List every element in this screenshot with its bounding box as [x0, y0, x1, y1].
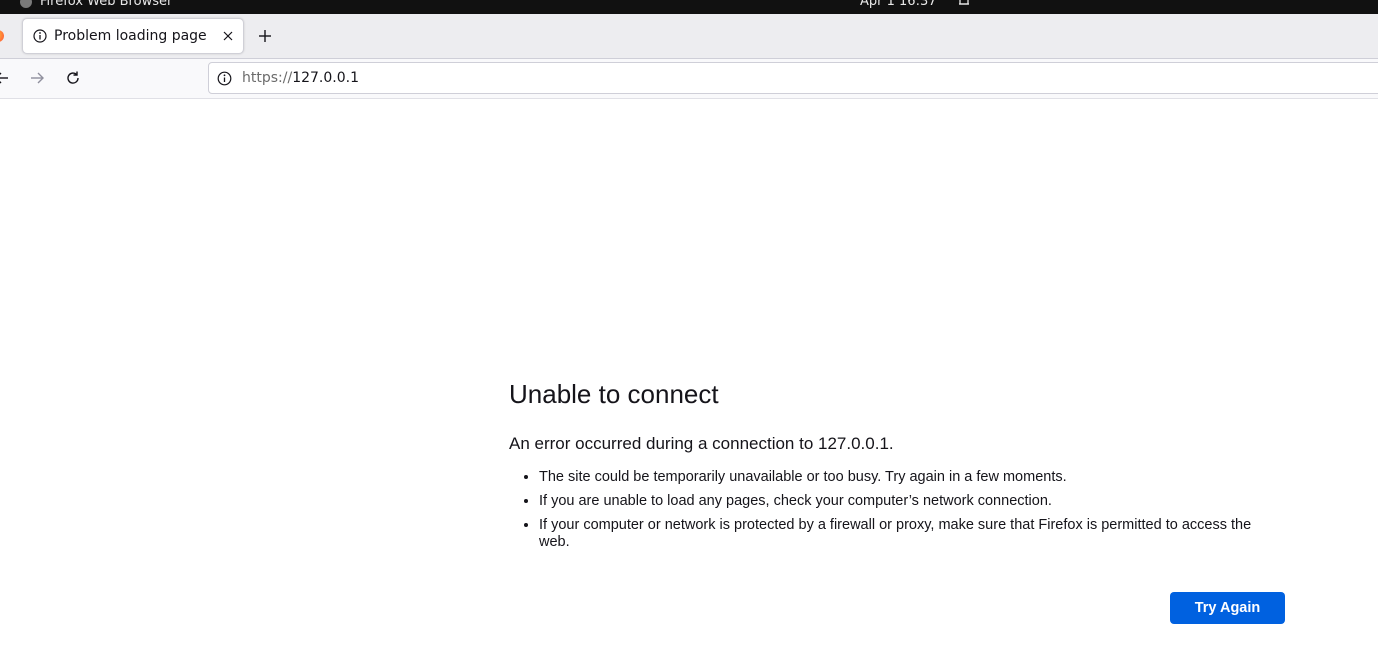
error-suggestion-item: If your computer or network is protected… — [539, 517, 1285, 551]
back-arrow-icon[interactable] — [0, 70, 10, 86]
error-title: Unable to connect — [509, 379, 719, 409]
active-app-name: Firefox Web Browser — [40, 0, 173, 9]
close-icon[interactable] — [221, 29, 235, 43]
plus-icon[interactable] — [256, 27, 274, 45]
error-suggestions-list: The site could be temporarily unavailabl… — [509, 469, 1285, 551]
error-description: An error occurred during a connection to… — [509, 434, 894, 453]
active-app-menu[interactable]: Firefox Web Browser — [20, 0, 172, 9]
app-indicator-icon — [20, 0, 32, 8]
info-icon — [33, 29, 47, 43]
error-suggestion-item: If you are unable to load any pages, che… — [539, 493, 1285, 510]
site-info-icon[interactable] — [217, 71, 232, 86]
tab-problem-loading-page[interactable]: Problem loading page — [22, 18, 244, 54]
firefox-logo-icon — [0, 30, 4, 42]
bell-icon[interactable] — [957, 0, 971, 8]
forward-arrow-icon[interactable] — [29, 70, 45, 86]
os-top-bar: Firefox Web Browser Apr 1 16:37 — [0, 0, 1378, 14]
url-scheme: https:// — [242, 70, 293, 86]
page-content: Unable to connect An error occurred duri… — [0, 99, 1378, 646]
clock[interactable]: Apr 1 16:37 — [860, 0, 937, 9]
url-bar[interactable]: https://127.0.0.1 — [208, 62, 1378, 94]
reload-icon[interactable] — [65, 70, 81, 86]
error-suggestion-item: The site could be temporarily unavailabl… — [539, 469, 1285, 486]
url-text[interactable]: https://127.0.0.1 — [242, 70, 359, 86]
tab-strip: Problem loading page — [0, 14, 1378, 59]
tab-title: Problem loading page — [54, 28, 207, 44]
url-host: 127.0.0.1 — [292, 70, 359, 86]
navigation-toolbar: https://127.0.0.1 — [0, 59, 1378, 99]
error-container: Unable to connect An error occurred duri… — [509, 377, 1285, 624]
try-again-button[interactable]: Try Again — [1170, 592, 1285, 624]
